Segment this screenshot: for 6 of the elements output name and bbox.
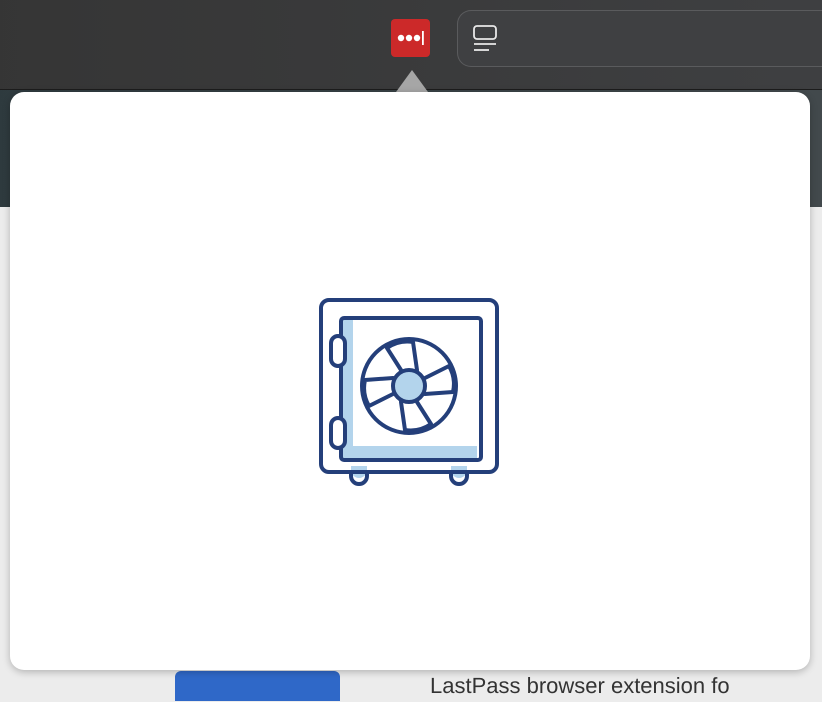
safe-icon bbox=[317, 296, 501, 486]
address-field[interactable] bbox=[457, 10, 822, 67]
page-heading: LastPass browser extension fo bbox=[430, 673, 730, 700]
dots-icon bbox=[396, 31, 424, 45]
reader-icon bbox=[472, 24, 498, 54]
extension-button[interactable] bbox=[391, 19, 430, 57]
